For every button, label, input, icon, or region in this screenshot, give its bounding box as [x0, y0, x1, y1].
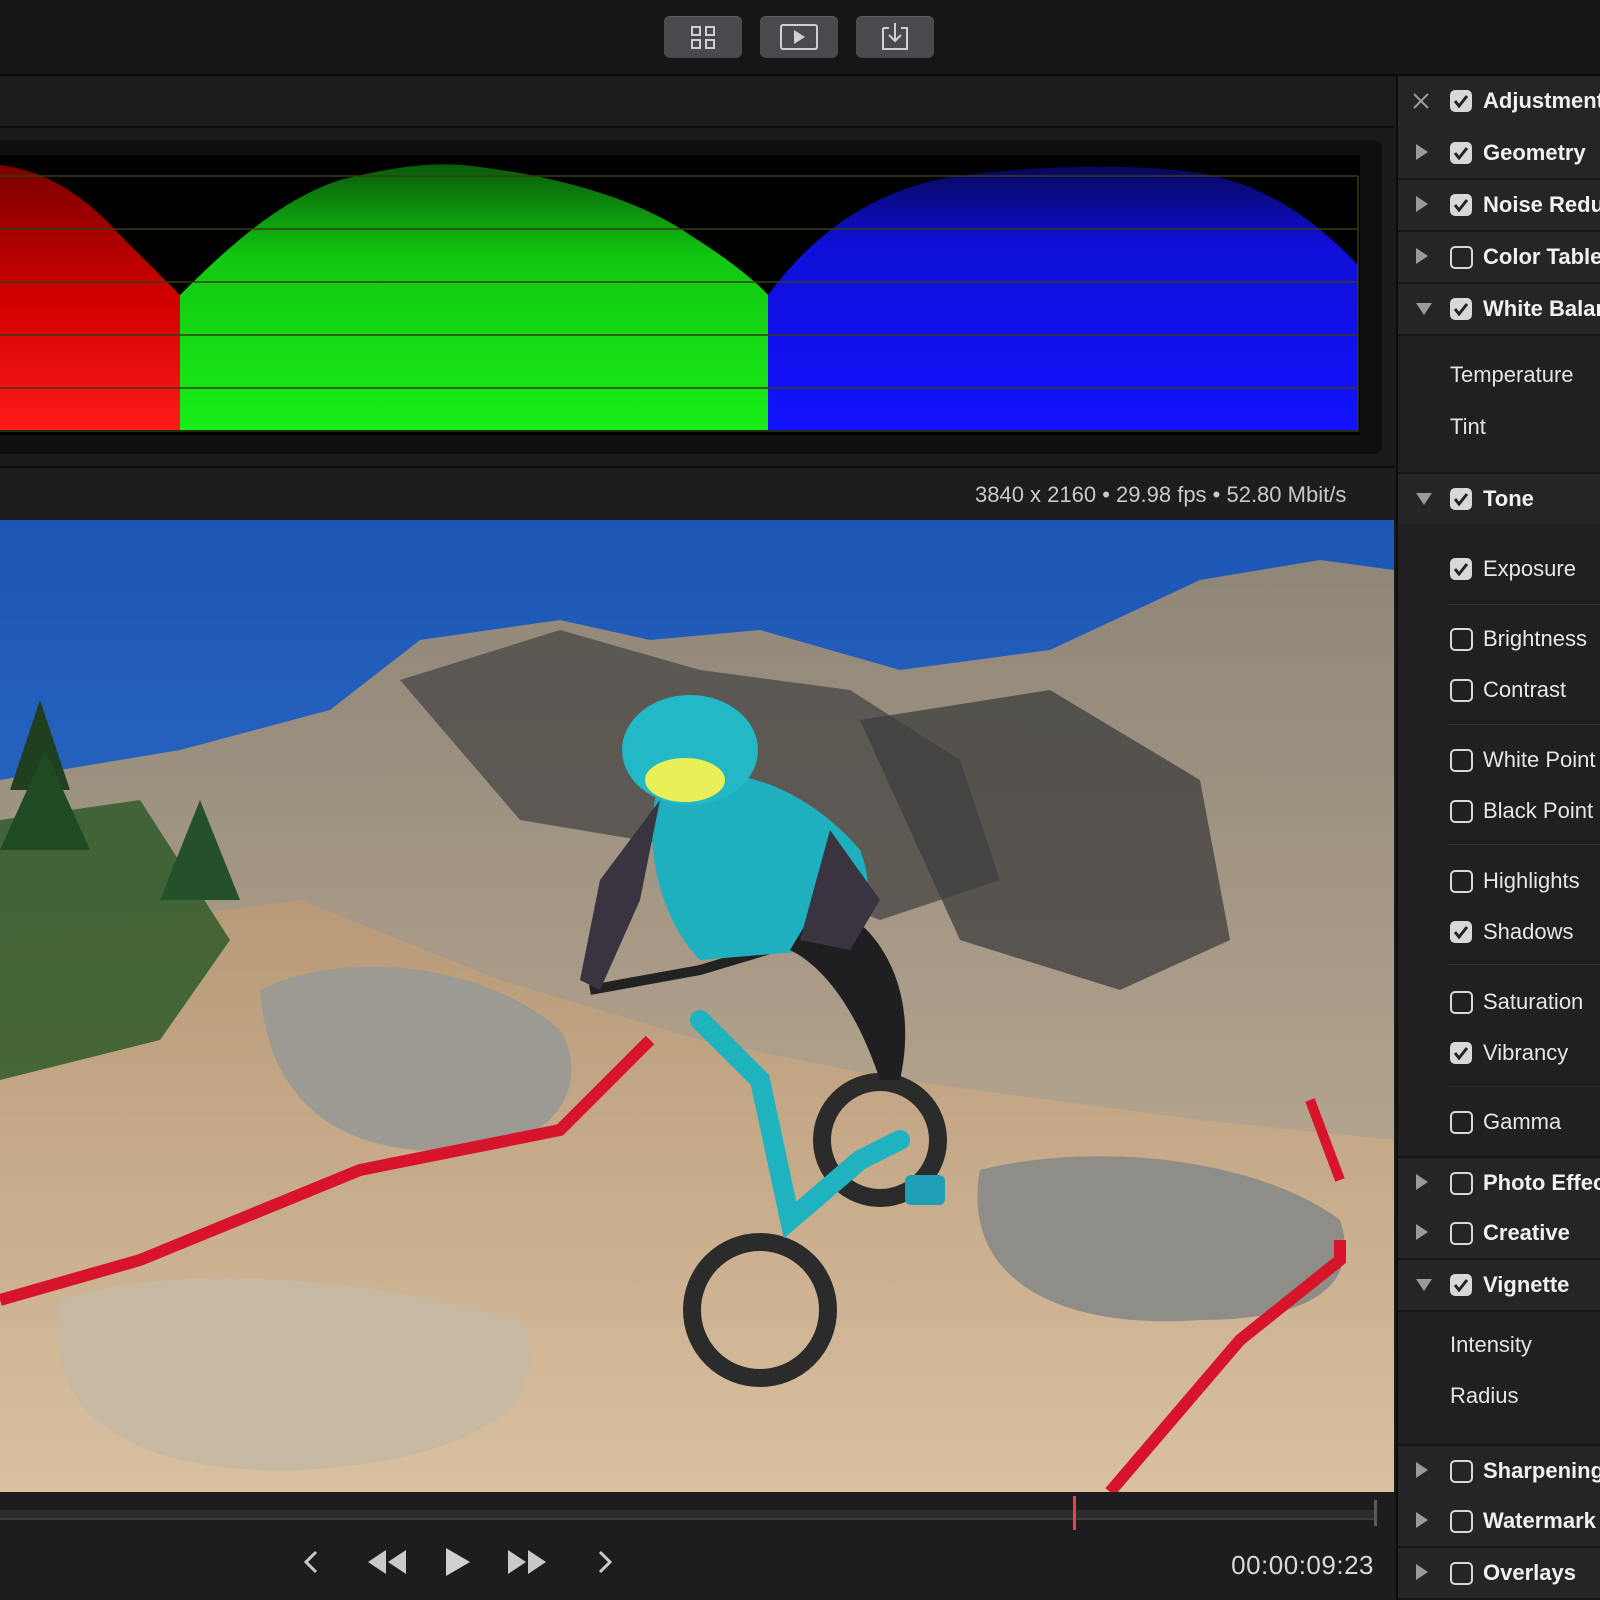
section-watermark[interactable]: Watermark — [1398, 1496, 1600, 1548]
tone-checkbox[interactable] — [1450, 488, 1472, 510]
creative-checkbox[interactable] — [1450, 1222, 1473, 1245]
video-info-bar: 3840 x 2160 • 29.98 fps • 52.80 Mbit/s — [0, 466, 1394, 522]
disclosure-right-icon[interactable] — [1416, 1462, 1428, 1478]
import-tray-icon — [882, 23, 908, 50]
white-point-checkbox[interactable] — [1450, 749, 1473, 772]
play-icon[interactable] — [440, 1542, 474, 1582]
disclosure-right-icon[interactable] — [1416, 196, 1428, 212]
section-noise-reduction[interactable]: Noise Reduction — [1398, 180, 1600, 232]
geometry-label: Geometry — [1483, 140, 1586, 165]
video-frame — [0, 520, 1394, 1492]
tone-label: Tone — [1483, 486, 1534, 511]
radius-label[interactable]: Radius — [1450, 1383, 1518, 1409]
disclosure-right-icon[interactable] — [1416, 1174, 1428, 1190]
white-balance-items: Temperature Tint — [1398, 336, 1600, 472]
overlays-checkbox[interactable] — [1450, 1562, 1473, 1585]
sharpening-label: Sharpening — [1483, 1458, 1600, 1483]
scrubber-end-marker — [1374, 1500, 1377, 1526]
disclosure-down-icon[interactable] — [1416, 493, 1432, 505]
section-overlays[interactable]: Overlays — [1398, 1548, 1600, 1600]
black-point-label: Black Point — [1483, 798, 1594, 823]
saturation-label: Saturation — [1483, 989, 1584, 1014]
vignette-items: Intensity Radius — [1398, 1312, 1600, 1444]
vibrancy-checkbox[interactable] — [1450, 1042, 1472, 1064]
photo-effects-label: Photo Effects — [1483, 1170, 1600, 1195]
timeline-bar: 00:00:09:23 — [0, 1492, 1394, 1600]
section-tone[interactable]: Tone — [1398, 472, 1600, 526]
color-table-checkbox[interactable] — [1450, 246, 1473, 269]
disclosure-down-icon[interactable] — [1416, 303, 1432, 315]
temperature-label[interactable]: Temperature — [1450, 362, 1574, 388]
disclosure-right-icon[interactable] — [1416, 1512, 1428, 1528]
creative-label: Creative — [1483, 1220, 1570, 1245]
disclosure-down-icon[interactable] — [1416, 1279, 1432, 1291]
top-toolbar — [0, 0, 1600, 76]
grid-icon — [691, 26, 715, 49]
disclosure-right-icon[interactable] — [1416, 1564, 1428, 1580]
scopes-header — [0, 76, 1394, 128]
gamma-checkbox[interactable] — [1450, 1111, 1473, 1134]
black-point-checkbox[interactable] — [1450, 800, 1473, 823]
watermark-checkbox[interactable] — [1450, 1510, 1473, 1533]
close-icon[interactable] — [1410, 90, 1432, 112]
previous-edit-icon[interactable] — [296, 1542, 326, 1582]
photo-effects-checkbox[interactable] — [1450, 1172, 1473, 1195]
section-vignette[interactable]: Vignette — [1398, 1260, 1600, 1312]
adjustments-title: Adjustments — [1483, 88, 1600, 113]
white-balance-label: White Balance — [1483, 296, 1600, 321]
shadows-checkbox[interactable] — [1450, 921, 1472, 943]
fast-forward-icon[interactable] — [506, 1542, 550, 1582]
next-edit-icon[interactable] — [590, 1542, 620, 1582]
tone-items: Exposure Brightness Contrast White Point… — [1398, 524, 1600, 1234]
contrast-checkbox[interactable] — [1450, 679, 1473, 702]
geometry-checkbox[interactable] — [1450, 142, 1472, 164]
highlights-checkbox[interactable] — [1450, 870, 1473, 893]
section-photo-effects[interactable]: Photo Effects — [1398, 1156, 1600, 1210]
play-box-icon — [780, 24, 818, 50]
sharpening-checkbox[interactable] — [1450, 1460, 1473, 1483]
playhead[interactable] — [1073, 1496, 1076, 1530]
export-button[interactable] — [856, 16, 934, 58]
overlays-label: Overlays — [1483, 1560, 1576, 1585]
adjustments-checkbox[interactable] — [1450, 90, 1472, 112]
gamma-label: Gamma — [1483, 1109, 1562, 1134]
brightness-label: Brightness — [1483, 626, 1587, 651]
section-color-table[interactable]: Color Table — [1398, 232, 1600, 284]
contrast-label: Contrast — [1483, 677, 1567, 702]
vibrancy-label: Vibrancy — [1483, 1040, 1569, 1065]
highlights-label: Highlights — [1483, 868, 1580, 893]
brightness-checkbox[interactable] — [1450, 628, 1473, 651]
noise-reduction-label: Noise Reduction — [1483, 192, 1600, 217]
vignette-label: Vignette — [1483, 1272, 1570, 1297]
adjustments-header: Adjustments — [1398, 76, 1600, 130]
vignette-checkbox[interactable] — [1450, 1274, 1472, 1296]
tint-label[interactable]: Tint — [1450, 414, 1486, 440]
white-point-label: White Point — [1483, 747, 1596, 772]
scrubber-track[interactable] — [0, 1510, 1375, 1520]
video-info-text: 3840 x 2160 • 29.98 fps • 52.80 Mbit/s — [975, 482, 1347, 507]
adjustments-panel: Adjustments Geometry Noise Reduction Col… — [1396, 76, 1600, 1600]
watermark-label: Watermark — [1483, 1508, 1596, 1533]
color-table-label: Color Table — [1483, 244, 1600, 269]
section-creative[interactable]: Creative — [1398, 1208, 1600, 1260]
disclosure-right-icon[interactable] — [1416, 1224, 1428, 1240]
rgb-parade-scope — [0, 155, 1360, 435]
white-balance-checkbox[interactable] — [1450, 298, 1472, 320]
intensity-label[interactable]: Intensity — [1450, 1332, 1532, 1358]
timecode-display: 00:00:09:23 — [1231, 1550, 1374, 1580]
grid-view-button[interactable] — [664, 16, 742, 58]
exposure-checkbox[interactable] — [1450, 558, 1472, 580]
section-white-balance[interactable]: White Balance — [1398, 284, 1600, 336]
section-geometry[interactable]: Geometry — [1398, 128, 1600, 180]
disclosure-right-icon[interactable] — [1416, 144, 1428, 160]
play-preview-button[interactable] — [760, 16, 838, 58]
saturation-checkbox[interactable] — [1450, 991, 1473, 1014]
shadows-label: Shadows — [1483, 919, 1574, 944]
exposure-label: Exposure — [1483, 556, 1576, 581]
section-sharpening[interactable]: Sharpening — [1398, 1444, 1600, 1498]
disclosure-right-icon[interactable] — [1416, 248, 1428, 264]
rewind-icon[interactable] — [364, 1542, 408, 1582]
noise-reduction-checkbox[interactable] — [1450, 194, 1472, 216]
